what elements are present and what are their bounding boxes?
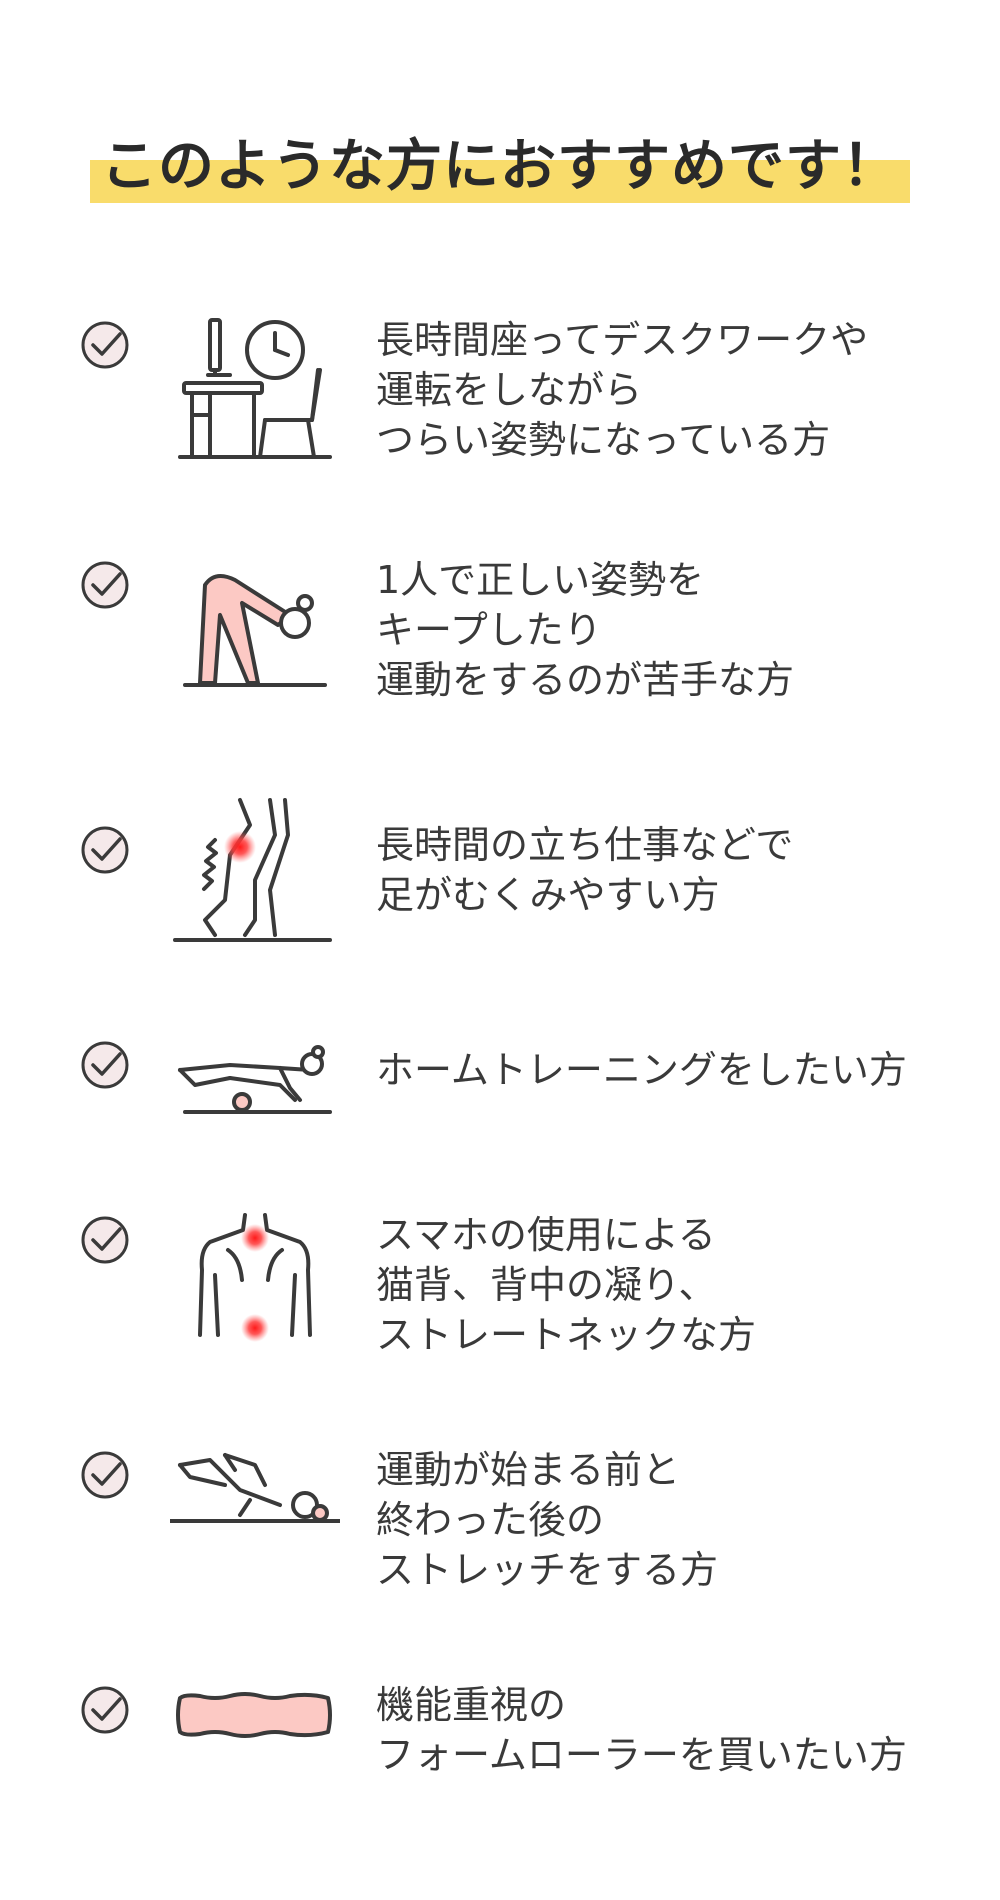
check-icon <box>80 825 130 875</box>
item-text: スマホの使用による 猫背、背中の凝り、 ストレートネックな方 <box>376 1213 757 1357</box>
item-text: 長時間座ってデスクワークや 運転をしながら つらい姿勢になっている方 <box>376 318 869 462</box>
desk-clock-icon <box>178 318 332 459</box>
back-pain-icon <box>198 1213 312 1342</box>
check-icon <box>80 1040 130 1090</box>
item-text: 運動が始まる前と 終わった後の ストレッチをする方 <box>376 1448 719 1592</box>
page-title: このような方におすすめです！ <box>101 134 899 199</box>
stretching-woman-icon <box>183 574 327 687</box>
lying-stretch-icon <box>170 1453 340 1523</box>
check-icon <box>80 1685 130 1735</box>
item-text: 機能重視の フォームローラーを買いたい方 <box>376 1683 907 1777</box>
item-text: ホームトレーニングをしたい方 <box>376 1048 907 1092</box>
check-icon <box>80 320 130 370</box>
title-block: このような方におすすめです！ <box>90 115 910 205</box>
check-icon <box>80 1450 130 1500</box>
foam-roller-icon <box>176 1692 332 1738</box>
item-text: 長時間の立ち仕事などで 足がむくみやすい方 <box>376 823 794 917</box>
item-text: 1人で正しい姿勢を キープしたり 運動をするのが苦手な方 <box>376 558 795 702</box>
swollen-legs-icon <box>173 798 332 942</box>
check-icon <box>80 1215 130 1265</box>
home-training-icon <box>178 1045 332 1114</box>
check-icon <box>80 560 130 610</box>
